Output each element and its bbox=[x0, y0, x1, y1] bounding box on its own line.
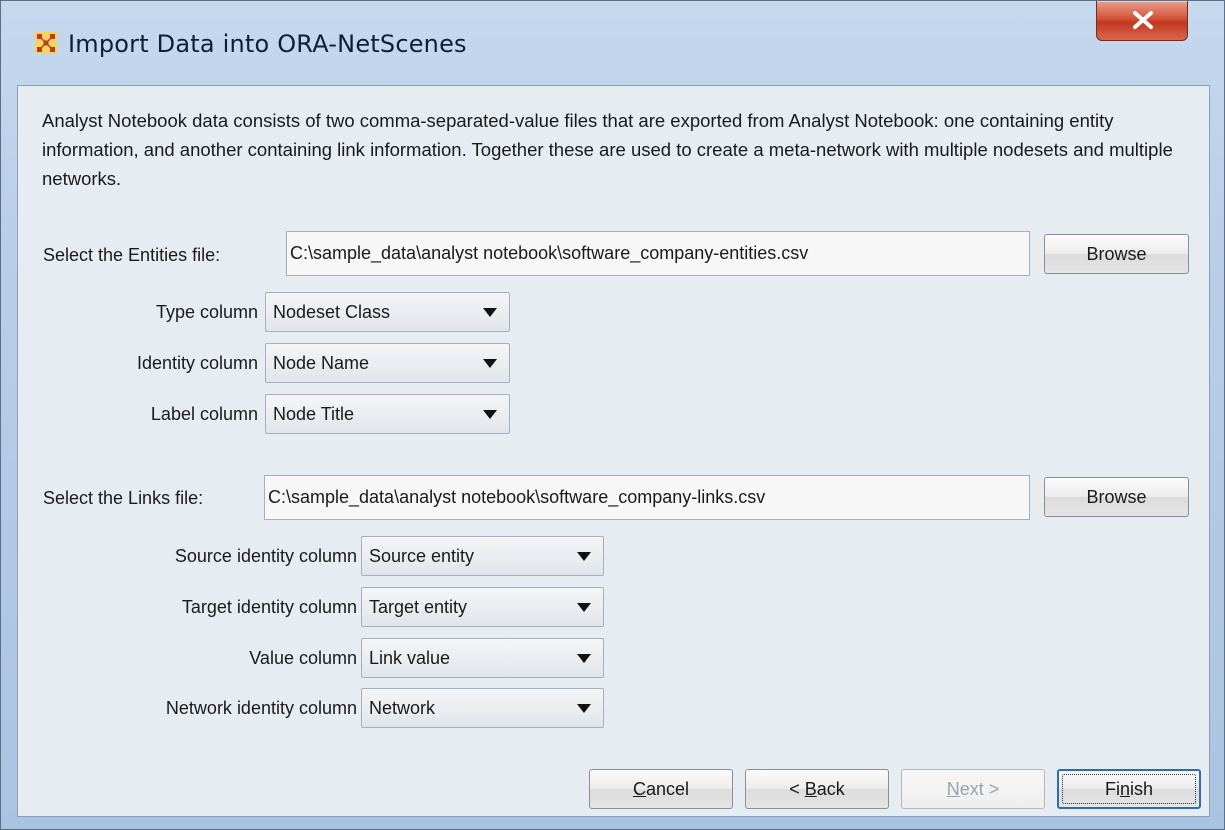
import-dialog-window: Import Data into ORA-NetScenes Analyst N… bbox=[0, 0, 1225, 830]
target-identity-select[interactable]: Target entity bbox=[361, 587, 604, 627]
identity-column-label: Identity column bbox=[136, 353, 258, 373]
network-identity-value: Network bbox=[369, 698, 436, 718]
identity-column-value: Node Name bbox=[273, 353, 370, 373]
label-column-label: Label column bbox=[150, 404, 258, 424]
links-browse-button[interactable]: Browse bbox=[1044, 477, 1189, 517]
source-identity-select[interactable]: Source entity bbox=[361, 536, 604, 576]
value-column-value: Link value bbox=[369, 648, 451, 668]
entities-browse-button[interactable]: Browse bbox=[1044, 234, 1189, 274]
entities-file-field[interactable]: C:\sample_data\analyst notebook\software… bbox=[286, 231, 1030, 276]
window-title: Import Data into ORA-NetScenes bbox=[68, 30, 467, 58]
label-column-select[interactable]: Node Title bbox=[265, 394, 510, 434]
description-text: Analyst Notebook data consists of two co… bbox=[42, 110, 1173, 189]
focus-ring bbox=[1062, 774, 1196, 804]
chevron-down-icon bbox=[483, 359, 497, 368]
links-file-label: Select the Links file: bbox=[43, 488, 204, 508]
chevron-down-icon bbox=[483, 308, 497, 317]
type-column-label: Type column bbox=[155, 302, 258, 322]
source-identity-value: Source entity bbox=[369, 546, 475, 566]
type-column-select[interactable]: Nodeset Class bbox=[265, 292, 510, 332]
dialog-content-panel: Analyst Notebook data consists of two co… bbox=[17, 85, 1210, 817]
source-identity-label: Source identity column bbox=[174, 546, 357, 566]
type-column-value: Nodeset Class bbox=[273, 302, 391, 322]
chevron-down-icon bbox=[483, 410, 497, 419]
target-identity-label: Target identity column bbox=[181, 597, 357, 617]
chevron-down-icon bbox=[577, 603, 591, 612]
target-identity-value: Target entity bbox=[369, 597, 468, 617]
network-identity-label: Network identity column bbox=[165, 698, 357, 718]
entities-file-label: Select the Entities file: bbox=[43, 245, 221, 265]
ora-app-icon bbox=[35, 32, 57, 54]
identity-column-select[interactable]: Node Name bbox=[265, 343, 510, 383]
label-column-value: Node Title bbox=[273, 404, 355, 424]
next-button[interactable]: Next > bbox=[901, 769, 1045, 809]
close-icon bbox=[1133, 11, 1153, 29]
chevron-down-icon bbox=[577, 552, 591, 561]
title-bar[interactable]: Import Data into ORA-NetScenes bbox=[1, 1, 1224, 85]
links-file-field[interactable]: C:\sample_data\analyst notebook\software… bbox=[264, 475, 1030, 520]
value-column-label: Value column bbox=[249, 648, 357, 668]
close-button[interactable] bbox=[1096, 1, 1188, 41]
network-identity-select[interactable]: Network bbox=[361, 688, 604, 728]
value-column-select[interactable]: Link value bbox=[361, 638, 604, 678]
cancel-button[interactable]: Cancel bbox=[589, 769, 733, 809]
back-button[interactable]: < Back bbox=[745, 769, 889, 809]
chevron-down-icon bbox=[577, 704, 591, 713]
finish-button[interactable]: Finish bbox=[1057, 769, 1201, 809]
chevron-down-icon bbox=[577, 654, 591, 663]
